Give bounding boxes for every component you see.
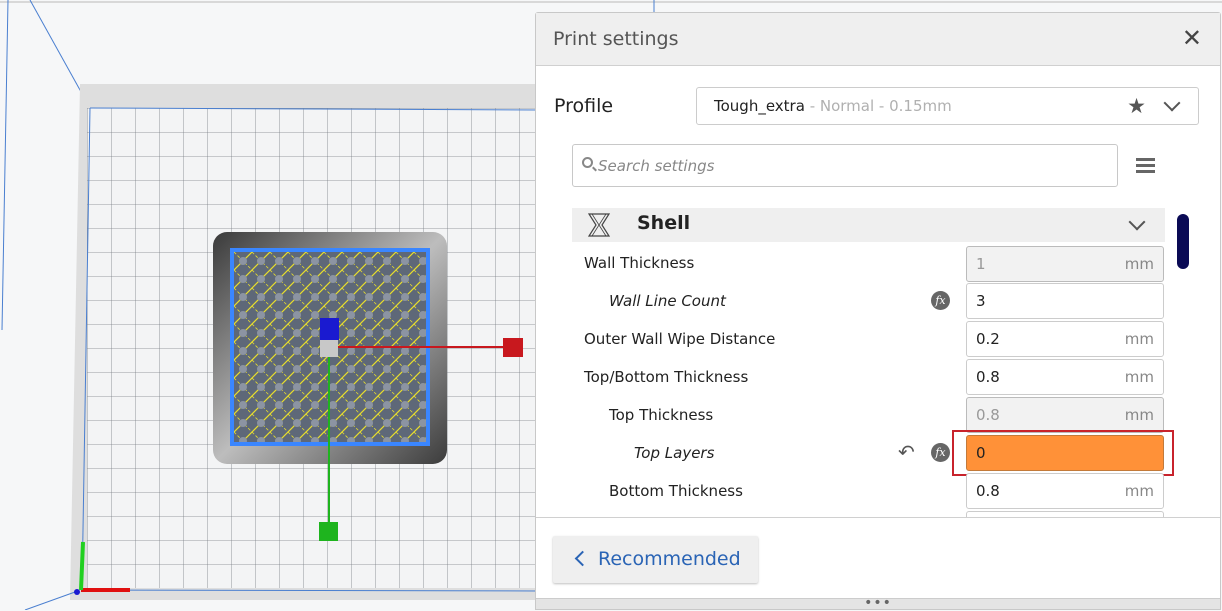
origin-y-axis: [79, 541, 85, 591]
field-value: 0.8: [976, 482, 1000, 500]
profile-value: Tough_extra - Normal - 0.15mm: [714, 97, 952, 115]
field-value: 0.2: [976, 330, 1000, 348]
bottom-thickness-field[interactable]: 0.8 mm: [966, 473, 1164, 509]
field-unit: mm: [1124, 406, 1154, 424]
wall-thickness-field[interactable]: 1 mm: [966, 246, 1164, 282]
top-thickness-field[interactable]: 0.8 mm: [966, 397, 1164, 433]
footer-divider: [536, 517, 1220, 518]
field-unit: mm: [1124, 482, 1154, 500]
drag-dots-icon: •••: [864, 595, 892, 611]
field-unit: mm: [1124, 330, 1154, 348]
field-value: 3: [976, 292, 986, 310]
reset-icon[interactable]: ↶: [898, 440, 915, 464]
setting-label-wall-line-count: Wall Line Count: [609, 292, 726, 310]
section-header-shell[interactable]: Shell: [572, 208, 1165, 242]
settings-scrollbar[interactable]: [1177, 214, 1189, 269]
field-value: 0.8: [976, 368, 1000, 386]
outer-wall-wipe-distance-field[interactable]: 0.2 mm: [966, 321, 1164, 357]
z-axis-handle[interactable]: [320, 318, 339, 340]
gizmo-center: [320, 340, 338, 357]
panel-header: Print settings ✕: [536, 13, 1220, 66]
function-icon[interactable]: fx: [931, 443, 950, 462]
chevron-left-icon: [574, 550, 591, 567]
field-value: 0.8: [976, 406, 1000, 424]
chevron-down-icon: [1128, 213, 1146, 231]
search-placeholder: Search settings: [598, 157, 715, 175]
search-input[interactable]: Search settings: [572, 144, 1118, 187]
setting-label-top-thickness: Top Thickness: [609, 406, 714, 424]
profile-dropdown[interactable]: Tough_extra - Normal - 0.15mm ★: [696, 87, 1199, 125]
section-title: Shell: [637, 212, 691, 234]
field-unit: mm: [1124, 368, 1154, 386]
recommended-button[interactable]: Recommended: [553, 536, 758, 583]
profile-label: Profile: [554, 95, 614, 117]
profile-name: Tough_extra: [714, 97, 805, 115]
setting-label-wall-thickness: Wall Thickness: [584, 254, 695, 272]
shell-icon: [587, 213, 611, 237]
chevron-down-icon: [1163, 94, 1181, 112]
field-value: 1: [976, 255, 986, 273]
origin-z-axis: [74, 589, 80, 595]
y-axis-handle[interactable]: [319, 522, 338, 541]
wall-line-count-field[interactable]: 3: [966, 283, 1164, 319]
setting-label-bottom-thickness: Bottom Thickness: [609, 482, 743, 500]
setting-label-top-layers: Top Layers: [634, 444, 715, 462]
resize-handle[interactable]: •••: [536, 595, 1220, 611]
function-icon[interactable]: fx: [931, 291, 950, 310]
field-unit: mm: [1124, 255, 1154, 273]
star-icon[interactable]: ★: [1127, 94, 1146, 118]
x-axis-handle[interactable]: [503, 338, 523, 357]
close-button[interactable]: ✕: [1182, 26, 1202, 50]
panel-title: Print settings: [553, 28, 679, 50]
profile-subtitle: - Normal - 0.15mm: [804, 97, 952, 115]
recommended-label: Recommended: [598, 548, 741, 570]
setting-label-top-bottom-thickness: Top/Bottom Thickness: [584, 368, 749, 386]
highlight-box: [952, 430, 1174, 476]
settings-menu-icon[interactable]: [1136, 158, 1155, 173]
top-bottom-thickness-field[interactable]: 0.8 mm: [966, 359, 1164, 395]
print-settings-panel: Print settings ✕ Profile Tough_extra - N…: [535, 12, 1221, 611]
search-icon: [582, 157, 593, 168]
setting-label-outer-wall-wipe-distance: Outer Wall Wipe Distance: [584, 330, 776, 348]
